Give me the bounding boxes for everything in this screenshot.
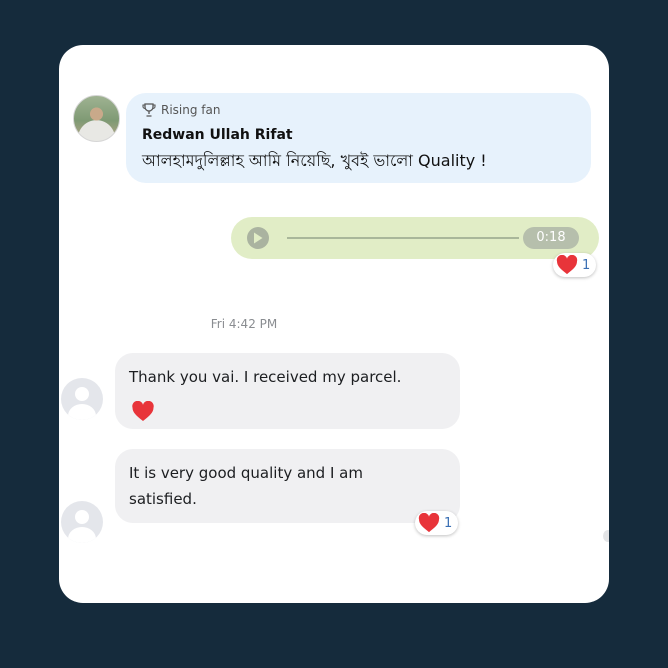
heart-icon [132,401,154,422]
heart-icon [556,255,578,275]
voice-message[interactable]: 0:18 [231,217,599,259]
badge-label: Rising fan [161,103,221,117]
reaction-count: 1 [582,257,591,273]
avatar-body [68,527,96,543]
play-button[interactable] [247,227,269,249]
sender-avatar[interactable] [61,501,103,543]
audio-progress-track[interactable] [287,237,519,239]
message-timestamp: Fri 4:42 PM [210,317,278,331]
message-text-line1: It is very good quality and I am [129,464,363,482]
message-bubble[interactable]: Thank you vai. I received my parcel. [115,353,460,429]
rising-fan-badge: Rising fan [142,103,220,117]
sender-avatar[interactable] [61,378,103,420]
partial-avatar [603,530,609,542]
audio-duration: 0:18 [523,227,579,249]
play-icon [254,232,263,244]
avatar-body [68,404,96,420]
voice-reaction[interactable]: 1 [553,253,597,277]
avatar-head [75,510,89,524]
comment-text: আলহামদুলিল্লাহ আমি নিয়েছি, খুবই ভালো Qu… [142,151,487,170]
message-reaction[interactable]: 1 [415,511,459,535]
message-text-line2: satisfied. [129,490,197,508]
author-name[interactable]: Redwan Ullah Rifat [142,127,293,143]
comment-bubble[interactable]: Rising fan Redwan Ullah Rifat আলহামদুলিল… [126,93,591,183]
avatar-head [75,387,89,401]
reaction-count: 1 [444,515,453,531]
chat-card: Rising fan Redwan Ullah Rifat আলহামদুলিল… [59,45,609,603]
user-avatar[interactable] [73,95,120,142]
heart-icon [418,513,440,533]
message-bubble[interactable]: It is very good quality and I am satisfi… [115,449,460,523]
message-text: Thank you vai. I received my parcel. [129,368,402,386]
trophy-icon [142,103,156,117]
